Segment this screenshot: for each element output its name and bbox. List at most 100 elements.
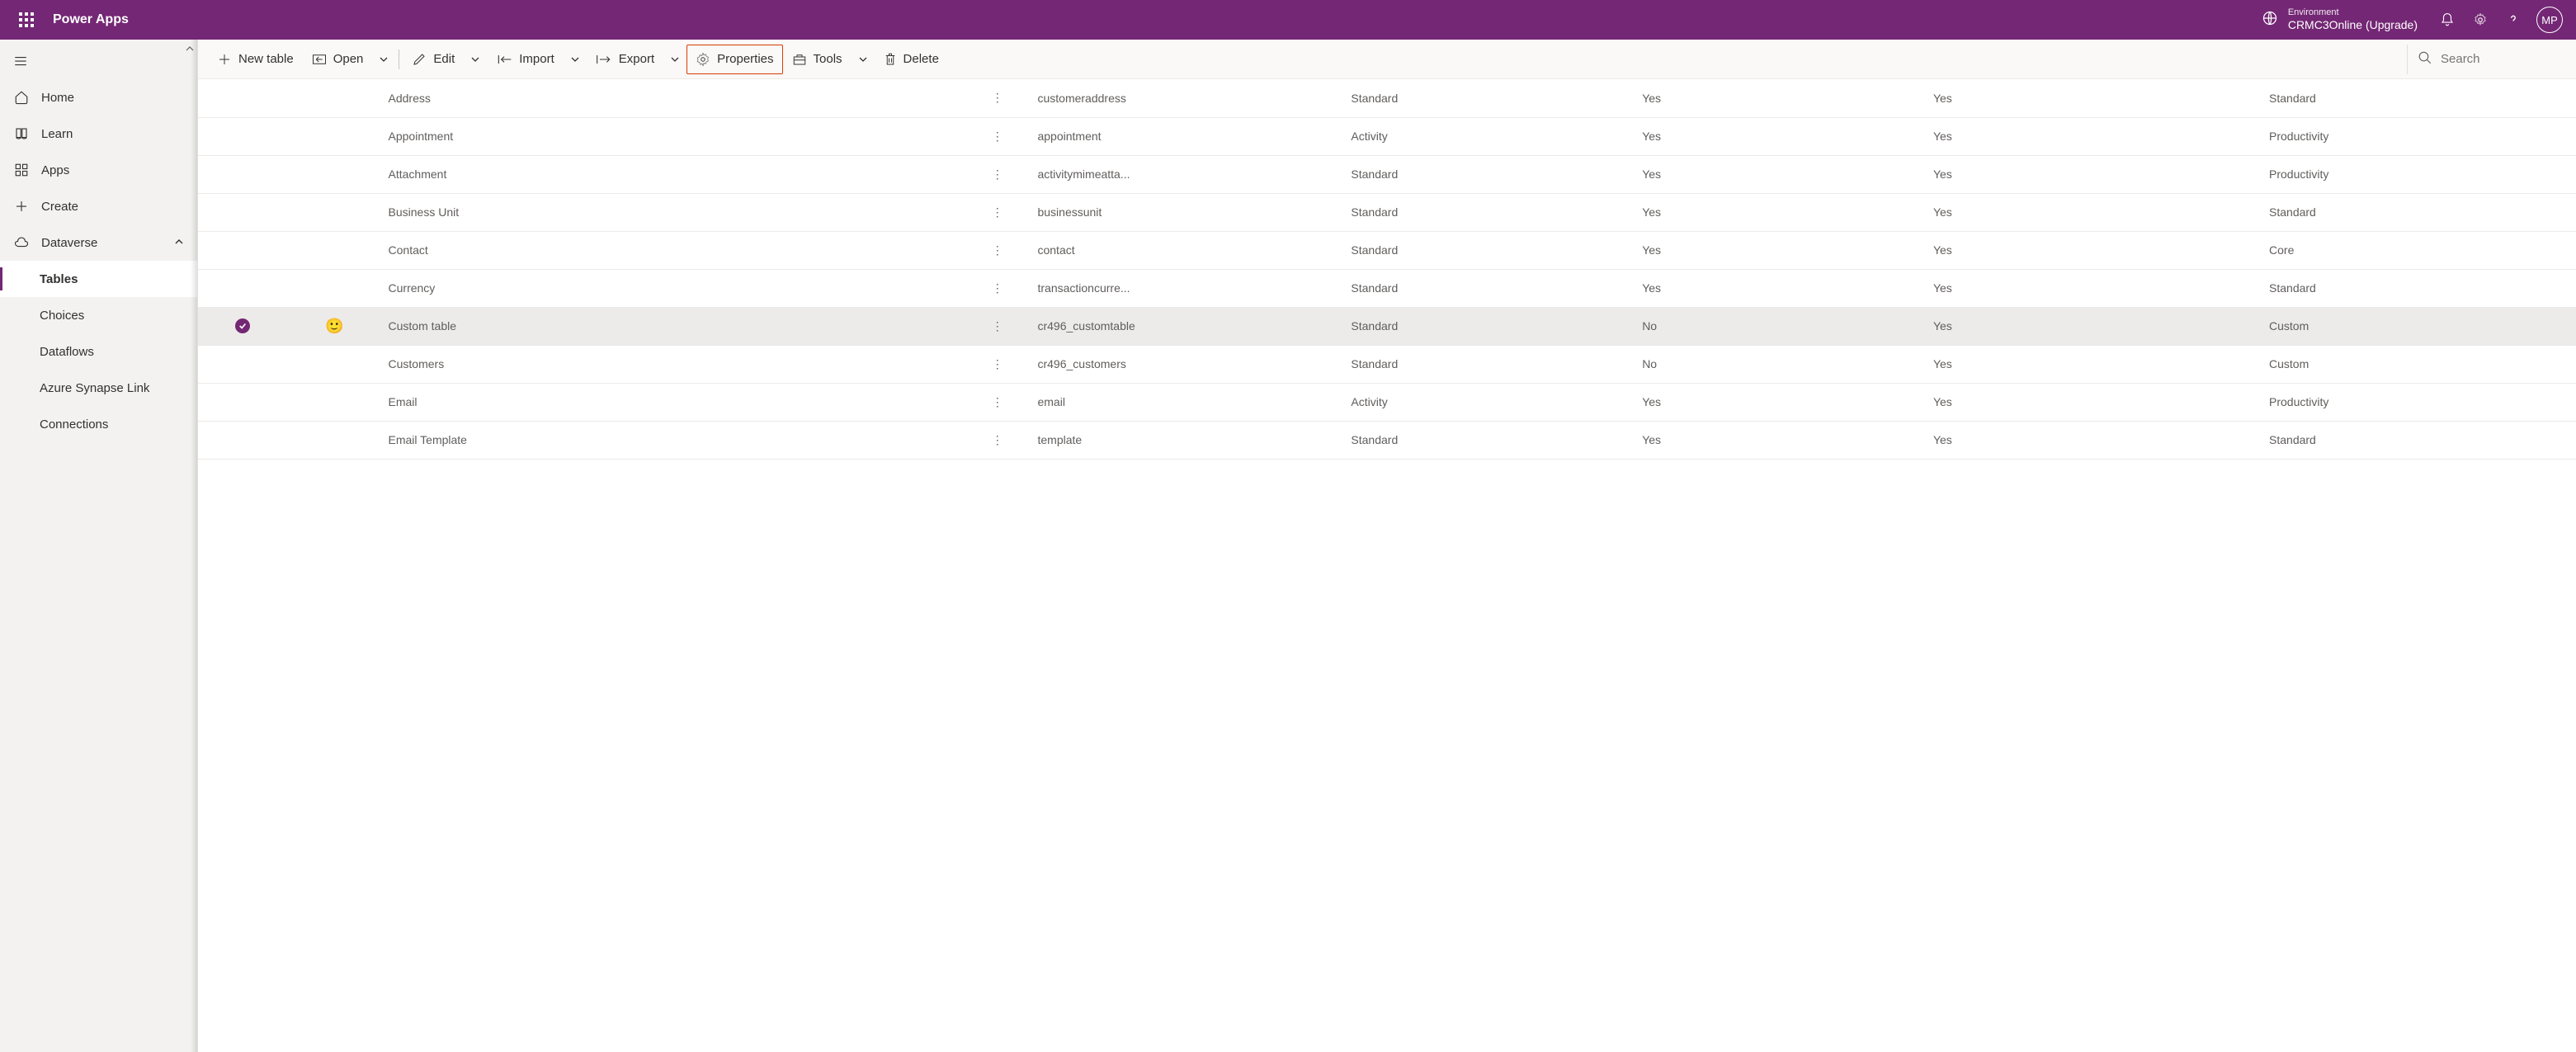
row-select-cell[interactable]: [198, 193, 288, 231]
table-row[interactable]: Business Unit⋮businessunitStandardYesYes…: [198, 193, 2576, 231]
row-managed: Yes: [1635, 269, 1927, 307]
table-row[interactable]: Email Template⋮templateStandardYesYesSta…: [198, 421, 2576, 459]
row-display-name[interactable]: Customers: [382, 345, 965, 383]
row-managed: Yes: [1635, 383, 1927, 421]
notifications-button[interactable]: [2431, 0, 2464, 40]
row-more-button[interactable]: ⋮: [964, 269, 1031, 307]
row-select-cell[interactable]: [198, 155, 288, 193]
row-customizable: Yes: [1927, 345, 2262, 383]
edit-button[interactable]: Edit: [403, 45, 464, 74]
row-more-button[interactable]: ⋮: [964, 117, 1031, 155]
row-display-name[interactable]: Appointment: [382, 117, 965, 155]
row-select-cell[interactable]: [198, 421, 288, 459]
row-display-name[interactable]: Currency: [382, 269, 965, 307]
row-type: Standard: [1344, 421, 1635, 459]
nav-item-azure-synapse-link[interactable]: Azure Synapse Link: [0, 370, 197, 406]
app-title[interactable]: Power Apps: [53, 12, 129, 27]
new-table-button[interactable]: New table: [208, 45, 303, 74]
nav-item-choices[interactable]: Choices: [0, 297, 197, 333]
row-more-button[interactable]: ⋮: [964, 307, 1031, 345]
search-box[interactable]: [2407, 45, 2566, 74]
import-button[interactable]: Import: [487, 45, 564, 74]
nav-item-tables[interactable]: Tables: [0, 261, 197, 297]
row-tags: Standard: [2262, 269, 2576, 307]
row-more-button[interactable]: ⋮: [964, 345, 1031, 383]
row-select-cell[interactable]: [198, 79, 288, 117]
row-more-button[interactable]: ⋮: [964, 421, 1031, 459]
table-row[interactable]: Contact⋮contactStandardYesYesCore: [198, 231, 2576, 269]
scroll-up-arrow[interactable]: [184, 43, 196, 54]
search-input[interactable]: [2441, 52, 2556, 66]
row-more-button[interactable]: ⋮: [964, 79, 1031, 117]
row-select-cell[interactable]: [198, 345, 288, 383]
nav-item-apps[interactable]: Apps: [0, 152, 197, 188]
search-icon: [2418, 50, 2432, 68]
row-customizable: Yes: [1927, 193, 2262, 231]
row-more-button[interactable]: ⋮: [964, 155, 1031, 193]
tables-list[interactable]: Address⋮customeraddressStandardYesYesSta…: [198, 79, 2576, 1052]
nav-item-label: Tables: [40, 272, 78, 286]
nav-item-label: Connections: [40, 417, 108, 432]
nav-item-label: Home: [41, 91, 74, 105]
nav-item-dataflows[interactable]: Dataflows: [0, 333, 197, 370]
row-type: Activity: [1344, 117, 1635, 155]
row-select-cell[interactable]: [198, 307, 288, 345]
row-icon-cell: [288, 79, 382, 117]
app-launcher-button[interactable]: [7, 0, 46, 40]
environment-picker[interactable]: Environment CRMC3Online (Upgrade): [2262, 7, 2418, 32]
nav-item-learn[interactable]: Learn: [0, 116, 197, 152]
nav-item-connections[interactable]: Connections: [0, 406, 197, 442]
gear-icon: [696, 52, 710, 67]
row-select-cell[interactable]: [198, 117, 288, 155]
row-managed: Yes: [1635, 193, 1927, 231]
row-managed: Yes: [1635, 155, 1927, 193]
user-avatar[interactable]: MP: [2536, 7, 2563, 33]
more-vertical-icon: ⋮: [992, 395, 1003, 408]
row-icon-cell: 🙂: [288, 307, 382, 345]
row-display-name[interactable]: Contact: [382, 231, 965, 269]
row-more-button[interactable]: ⋮: [964, 383, 1031, 421]
row-more-button[interactable]: ⋮: [964, 231, 1031, 269]
nav-item-label: Learn: [41, 127, 73, 141]
row-select-cell[interactable]: [198, 231, 288, 269]
more-vertical-icon: ⋮: [992, 433, 1003, 446]
table-row[interactable]: Customers⋮cr496_customersStandardNoYesCu…: [198, 345, 2576, 383]
row-select-cell[interactable]: [198, 269, 288, 307]
export-button[interactable]: Export: [587, 45, 663, 74]
nav-collapse-button[interactable]: [0, 43, 197, 79]
more-vertical-icon: ⋮: [992, 130, 1003, 143]
table-row[interactable]: Appointment⋮appointmentActivityYesYesPro…: [198, 117, 2576, 155]
settings-button[interactable]: [2464, 0, 2497, 40]
delete-button[interactable]: Delete: [875, 45, 948, 74]
tools-button[interactable]: Tools: [783, 45, 852, 74]
help-button[interactable]: [2497, 0, 2530, 40]
properties-button[interactable]: Properties: [686, 45, 782, 74]
row-type: Standard: [1344, 155, 1635, 193]
row-schema-name: activitymimeatta...: [1031, 155, 1344, 193]
nav-item-label: Choices: [40, 309, 84, 323]
row-display-name[interactable]: Custom table: [382, 307, 965, 345]
row-display-name[interactable]: Business Unit: [382, 193, 965, 231]
row-display-name[interactable]: Attachment: [382, 155, 965, 193]
table-row[interactable]: Email⋮emailActivityYesYesProductivity: [198, 383, 2576, 421]
row-display-name[interactable]: Email: [382, 383, 965, 421]
edit-dropdown[interactable]: [464, 45, 487, 74]
import-dropdown[interactable]: [564, 45, 587, 74]
row-more-button[interactable]: ⋮: [964, 193, 1031, 231]
open-button[interactable]: Open: [303, 45, 373, 74]
tools-dropdown[interactable]: [852, 45, 875, 74]
row-display-name[interactable]: Email Template: [382, 421, 965, 459]
nav-item-create[interactable]: Create: [0, 188, 197, 224]
nav-item-home[interactable]: Home: [0, 79, 197, 116]
import-icon: [496, 54, 512, 65]
open-dropdown[interactable]: [372, 45, 395, 74]
row-display-name[interactable]: Address: [382, 79, 965, 117]
export-dropdown[interactable]: [663, 45, 686, 74]
row-type: Standard: [1344, 79, 1635, 117]
table-row[interactable]: 🙂Custom table⋮cr496_customtableStandardN…: [198, 307, 2576, 345]
table-row[interactable]: Attachment⋮activitymimeatta...StandardYe…: [198, 155, 2576, 193]
table-row[interactable]: Currency⋮transactioncurre...StandardYesY…: [198, 269, 2576, 307]
row-select-cell[interactable]: [198, 383, 288, 421]
table-row[interactable]: Address⋮customeraddressStandardYesYesSta…: [198, 79, 2576, 117]
nav-item-dataverse[interactable]: Dataverse: [0, 224, 197, 261]
